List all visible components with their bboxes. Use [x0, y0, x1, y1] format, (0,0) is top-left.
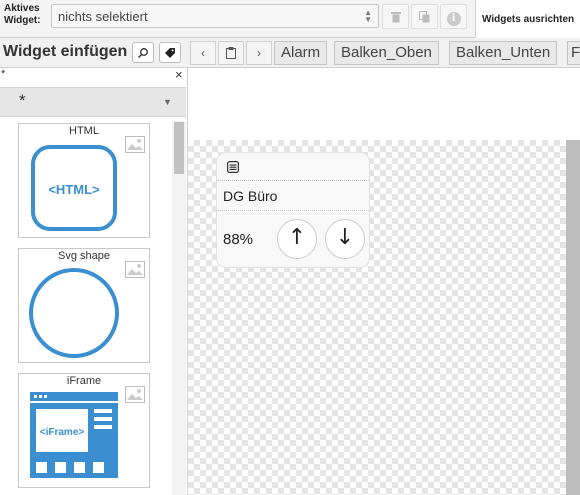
tab-view-balken-oben[interactable]: Balken_Oben: [334, 41, 439, 65]
active-widget-select[interactable]: nichts selektiert ▲ ▼: [51, 4, 379, 28]
widget-search-button[interactable]: [132, 42, 154, 63]
palette-close-button[interactable]: ×: [175, 68, 183, 82]
iframe-preview-text: <iFrame>: [40, 427, 85, 438]
iframe-widget-icon: <iFrame>: [30, 392, 118, 478]
tab-view-balken-unten[interactable]: Balken_Unten: [449, 41, 558, 65]
widget-item-html[interactable]: HTML <HTML>: [18, 123, 150, 238]
view-next-button[interactable]: ›: [246, 41, 272, 65]
align-widgets-label: Widgets ausrichten: [482, 14, 575, 25]
arrow-down-icon: ↓: [335, 225, 355, 250]
image-icon: [125, 261, 145, 278]
palette-scrollbar[interactable]: [172, 121, 186, 495]
canvas-scrollbar[interactable]: [566, 140, 580, 495]
html-preview-text: <HTML>: [48, 182, 100, 197]
clipboard-icon: [226, 47, 236, 59]
shutter-up-button[interactable]: ↑: [277, 219, 317, 259]
widget-title: DG Büro: [223, 188, 278, 204]
widget-item-svg-shape[interactable]: Svg shape: [18, 248, 150, 363]
html-widget-icon: <HTML>: [31, 145, 117, 231]
widget-info-button[interactable]: i: [440, 4, 467, 29]
active-widget-label: Aktives Widget:: [4, 3, 41, 26]
widget-palette: * × * ▼ HTML <HTML> Svg shape iFrame <iF…: [0, 68, 188, 495]
palette-scrollbar-thumb[interactable]: [174, 122, 184, 174]
filter-dropdown-icon: ▼: [163, 97, 172, 107]
image-icon: [125, 386, 145, 403]
trash-icon: [390, 12, 401, 23]
info-icon: i: [446, 12, 461, 26]
filter-value: *: [19, 91, 26, 110]
widget-item-iframe[interactable]: iFrame <iFrame>: [18, 373, 150, 488]
search-icon: [137, 48, 148, 59]
tab-view-next[interactable]: F: [567, 41, 580, 65]
align-widgets-panel: Widgets ausrichten: [475, 0, 580, 38]
widget-separator: [217, 180, 369, 181]
select-arrows-icon: ▲ ▼: [364, 8, 372, 24]
view-list-button[interactable]: [218, 41, 244, 65]
chevron-left-icon: ‹: [201, 46, 205, 60]
shutter-down-button[interactable]: ↓: [325, 219, 365, 259]
arrow-up-icon: ↑: [287, 225, 307, 250]
palette-header: * ×: [0, 68, 187, 85]
image-icon: [125, 136, 145, 153]
view-prev-button[interactable]: ‹: [190, 41, 216, 65]
palette-header-mark: *: [1, 68, 6, 80]
chevron-right-icon: ›: [257, 46, 261, 60]
tab-view-alarm[interactable]: Alarm: [274, 41, 328, 65]
circle-shape-icon: [29, 268, 119, 358]
copy-icon: [419, 11, 430, 23]
copy-widget-button[interactable]: [411, 4, 438, 29]
active-widget-value: nichts selektiert: [58, 9, 148, 24]
widget-tag-button[interactable]: [159, 42, 181, 63]
shutter-widget-dg-buero[interactable]: DG Büro 88% ↑ ↓: [216, 152, 370, 268]
widget-panel-title: Widget einfügen: [3, 43, 128, 60]
widget-set-filter[interactable]: * ▼: [0, 87, 186, 117]
shutter-position-value: 88%: [223, 231, 254, 248]
delete-widget-button[interactable]: [382, 4, 409, 29]
widget-separator: [217, 210, 369, 211]
tag-icon: [165, 48, 175, 58]
blinds-icon: [227, 161, 239, 173]
